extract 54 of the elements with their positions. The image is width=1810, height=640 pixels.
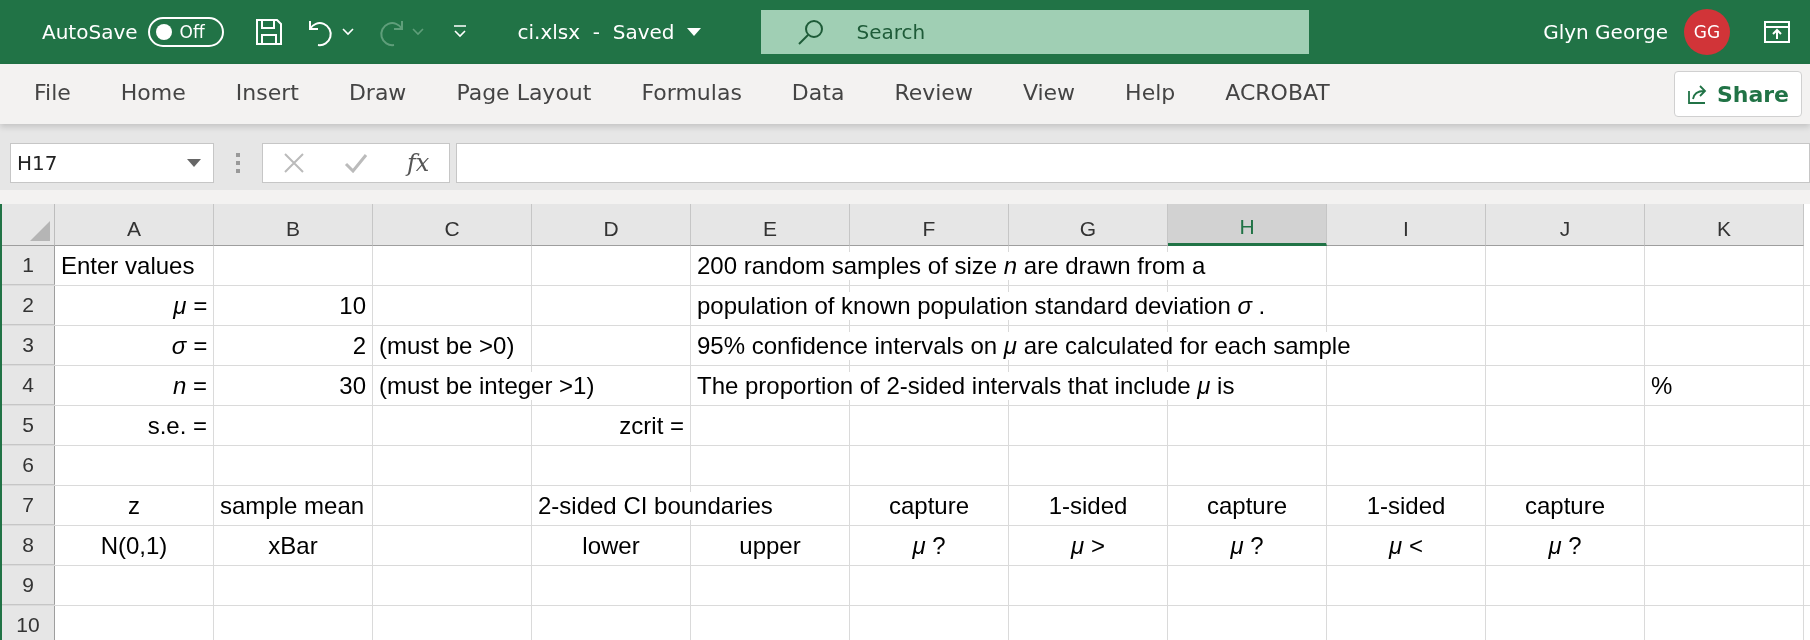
ribbon-tab[interactable]: File <box>34 74 71 114</box>
ribbon-tab[interactable]: Formulas <box>641 74 742 114</box>
save-icon[interactable] <box>253 17 284 47</box>
ribbon-tab[interactable]: Page Layout <box>456 74 592 114</box>
column-header[interactable]: E <box>691 204 850 246</box>
column-header[interactable]: A <box>55 204 214 246</box>
ribbon-display-icon[interactable] <box>1764 21 1790 43</box>
customize-icon[interactable] <box>451 25 468 39</box>
autosave-label: AutoSave <box>42 20 138 44</box>
autosave-toggle[interactable]: Off <box>147 17 224 47</box>
column-header[interactable]: C <box>373 204 532 246</box>
column-header[interactable]: B <box>214 204 373 246</box>
row-header[interactable]: 4 <box>2 366 55 405</box>
check-icon[interactable] <box>343 153 368 173</box>
ribbon-tab[interactable]: Insert <box>235 74 299 114</box>
search-field[interactable]: Search <box>760 10 1309 54</box>
name-box[interactable]: H17 <box>10 143 214 183</box>
user-avatar[interactable]: GG <box>1684 9 1730 55</box>
ribbon-tab[interactable]: Review <box>894 74 973 114</box>
ribbon-tab[interactable]: Data <box>791 74 845 114</box>
row-header[interactable]: 5 <box>2 406 55 445</box>
column-header[interactable]: J <box>1486 204 1645 246</box>
row-header[interactable]: 2 <box>2 286 55 325</box>
column-header[interactable]: H <box>1168 204 1327 246</box>
close-icon[interactable] <box>282 152 305 174</box>
caret-icon <box>187 159 201 167</box>
user-name: Glyn George <box>1543 20 1668 44</box>
column-header[interactable]: I <box>1327 204 1486 246</box>
grip-icon <box>236 153 240 173</box>
ribbon-tab[interactable]: Draw <box>348 74 407 114</box>
caret-icon <box>686 28 701 36</box>
row-header[interactable]: 1 <box>2 246 55 285</box>
share-icon <box>1686 83 1709 105</box>
column-header[interactable]: F <box>850 204 1009 246</box>
ribbon-tab[interactable]: Help <box>1125 74 1176 114</box>
row-header[interactable]: 6 <box>2 446 55 485</box>
column-header[interactable]: D <box>532 204 691 246</box>
row-header[interactable]: 10 <box>2 606 55 640</box>
ribbon-tab[interactable]: ACROBAT <box>1225 74 1330 114</box>
row-header[interactable]: 9 <box>2 566 55 605</box>
column-header[interactable]: K <box>1645 204 1804 246</box>
column-header[interactable]: G <box>1009 204 1168 246</box>
row-header[interactable]: 8 <box>2 526 55 565</box>
share-button[interactable]: Share <box>1673 71 1802 117</box>
formula-input[interactable] <box>456 143 1810 183</box>
select-all-corner[interactable] <box>2 204 55 246</box>
ribbon-tab[interactable]: Home <box>120 74 186 114</box>
triangle-icon <box>30 221 50 241</box>
search-icon <box>796 18 825 46</box>
document-title[interactable]: ci.xlsx - Saved <box>517 20 701 44</box>
row-header[interactable]: 3 <box>2 326 55 365</box>
row-header[interactable]: 7 <box>2 486 55 525</box>
insert-function-button[interactable]: fx <box>406 149 430 177</box>
ribbon-tab[interactable]: View <box>1022 74 1076 114</box>
